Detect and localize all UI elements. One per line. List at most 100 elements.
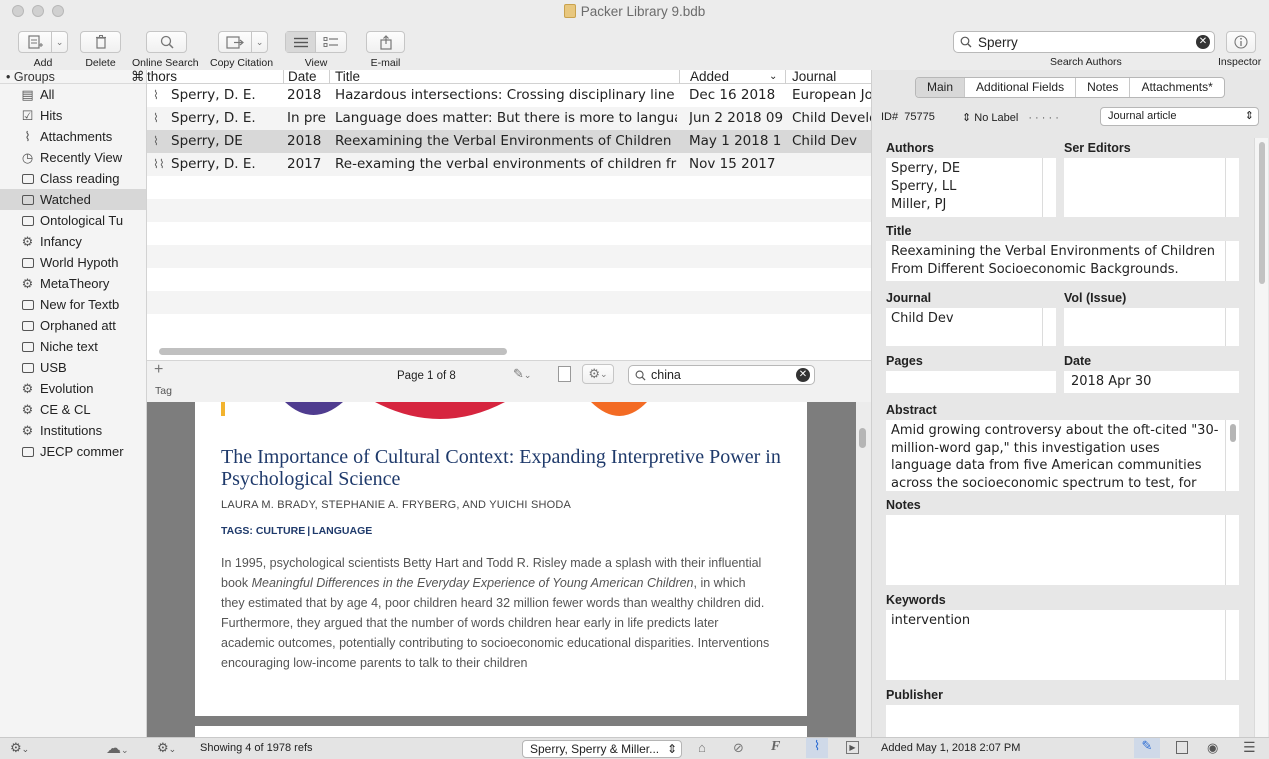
add-dropdown-chevron-icon[interactable]: ⌄ [52,32,67,52]
table-row[interactable] [147,176,871,199]
sidebar-item-attachments[interactable]: ⌇ Attachments [0,126,146,147]
inspector-scrollbar[interactable] [1254,138,1268,737]
abstract-scrollbar[interactable] [1225,420,1239,491]
pdf-clear-search-icon[interactable]: ✕ [796,368,810,382]
note-icon[interactable] [1176,741,1188,754]
sidebar-item-all[interactable]: ▤ All [0,84,146,105]
email-button[interactable] [366,31,405,53]
highlighter-icon[interactable]: ✎⌄ [513,366,531,382]
cloud-sync-icon[interactable]: ☁⌄ [106,739,129,757]
ser-editors-scrollbar[interactable] [1225,158,1239,217]
vol-issue-field[interactable] [1064,308,1239,346]
journal-field[interactable]: Child Dev [886,308,1056,346]
detail-view-icon[interactable] [316,32,346,52]
tag-language[interactable]: LANGUAGE [312,525,372,537]
table-row[interactable] [147,222,871,245]
eye-icon[interactable]: ◉ [1207,740,1218,756]
sidebar-actions-gear-icon[interactable]: ⚙⌄ [10,740,29,756]
column-header-added[interactable]: Added [690,70,729,84]
pdf-viewer[interactable]: The Importance of Cultural Context: Expa… [147,402,856,737]
add-tag-button[interactable]: + [154,361,163,379]
tab-attachments[interactable]: Attachments* [1130,78,1223,97]
sidebar-item-infancy[interactable]: ⚙ Infancy [0,231,146,252]
table-row[interactable] [147,268,871,291]
publisher-field[interactable] [886,705,1239,737]
horizontal-scrollbar[interactable] [159,348,507,355]
page-icon[interactable] [558,366,571,382]
tag-icon[interactable]: ⌂ [698,740,706,755]
list-actions-gear-icon[interactable]: ⚙⌄ [157,740,176,756]
copy-citation-chevron-icon[interactable]: ⌄ [252,32,267,52]
column-separator[interactable] [785,70,786,84]
column-header-journal[interactable]: Journal [792,70,836,84]
sidebar-item-hits[interactable]: ☑ Hits [0,105,146,126]
sidebar-item-world-hypoth[interactable]: World Hypoth [0,252,146,273]
online-search-button[interactable] [146,31,187,53]
column-separator[interactable] [679,70,680,84]
table-row[interactable] [147,245,871,268]
sidebar-item-watched[interactable]: Watched [0,189,146,210]
ser-editors-field[interactable] [1064,158,1239,217]
tab-additional-fields[interactable]: Additional Fields [965,78,1077,97]
groups-header[interactable]: • Groups [0,70,146,84]
sidebar-item-usb[interactable]: USB [0,357,146,378]
title-scrollbar[interactable] [1225,241,1239,281]
list-icon[interactable]: ☰ [1243,739,1256,756]
sidebar-item-institutions[interactable]: ⚙ Institutions [0,420,146,441]
edit-icon[interactable]: ✎ [1134,738,1160,758]
sidebar-item-ontological-tu[interactable]: Ontological Tu [0,210,146,231]
attachment-paperclip-icon[interactable]: ⌇ [806,738,828,758]
notes-scrollbar[interactable] [1225,515,1239,585]
highlighter-chevron-icon[interactable]: ⌄ [524,370,532,380]
keywords-field[interactable]: intervention [886,610,1239,680]
journal-scrollbar[interactable] [1042,308,1056,346]
pdf-search-input[interactable]: china ✕ [628,365,815,385]
sidebar-item-evolution[interactable]: ⚙ Evolution [0,378,146,399]
pdf-scroll-track[interactable] [856,402,871,737]
sidebar-item-recently-view[interactable]: ◷ Recently View [0,147,146,168]
sidebar-item-niche-text[interactable]: Niche text [0,336,146,357]
abstract-field[interactable]: Amid growing controversy about the oft-c… [886,420,1239,491]
keywords-scrollbar[interactable] [1225,610,1239,680]
column-separator[interactable] [283,70,284,84]
list-view-icon[interactable] [286,32,317,52]
delete-button[interactable] [80,31,121,53]
table-row[interactable] [147,199,871,222]
table-row[interactable]: ⌇⌇ Sperry, D. E. 2017 Re-examing the verbal… [147,153,871,176]
table-row[interactable] [147,291,871,314]
sidebar-item-metatheory[interactable]: ⚙ MetaTheory [0,273,146,294]
title-field[interactable]: Reexamining the Verbal Environments of C… [886,241,1239,281]
column-header-shortcut[interactable]: ⌘ [131,70,145,84]
column-separator[interactable] [329,70,330,84]
add-button[interactable]: ⌄ [18,31,68,53]
sidebar-item-ce-cl[interactable]: ⚙ CE & CL [0,399,146,420]
play-icon[interactable]: ▶ [846,741,859,754]
table-row[interactable]: ⌇ Sperry, DE 2018 Reexamining the Verbal En… [147,130,871,153]
column-header-authors[interactable]: thors [147,70,177,84]
tab-main[interactable]: Main [916,78,966,97]
author-search-input[interactable]: Sperry ✕ [953,31,1215,53]
sort-chevron-icon[interactable]: ⌄ [769,70,777,84]
table-row[interactable]: ⌇ Sperry, D. E. 2018 Hazardous intersection… [147,84,871,107]
authors-popup[interactable]: Sperry, Sperry & Miller... ⇕ [522,740,682,758]
reference-type-select[interactable]: Journal article ⇕ [1100,107,1259,126]
column-header-date[interactable]: Date [288,70,317,84]
tab-notes[interactable]: Notes [1076,78,1131,97]
sidebar-item-orphaned-att[interactable]: Orphaned att [0,315,146,336]
inspector-scroll-thumb[interactable] [1259,142,1265,284]
abstract-scroll-thumb[interactable] [1230,424,1236,442]
compass-icon[interactable]: ⊘ [733,740,744,756]
table-row[interactable] [147,314,871,337]
pages-field[interactable] [886,371,1056,393]
pdf-vertical-scrollbar[interactable] [859,428,866,448]
column-header-title[interactable]: Title [335,70,360,84]
format-icon[interactable]: F [771,739,780,755]
inspector-button[interactable] [1226,31,1256,53]
tag-culture[interactable]: CULTURE [256,525,305,537]
sidebar-item-new-for-textb[interactable]: New for Textb [0,294,146,315]
label-select[interactable]: ⇕ No Label · · · · · [962,111,1059,124]
authors-field[interactable]: Sperry, DE Sperry, LL Miller, PJ [886,158,1056,217]
sidebar-item-jecp-commer[interactable]: JECP commer [0,441,146,462]
authors-scrollbar[interactable] [1042,158,1056,217]
clear-search-icon[interactable]: ✕ [1196,35,1210,49]
